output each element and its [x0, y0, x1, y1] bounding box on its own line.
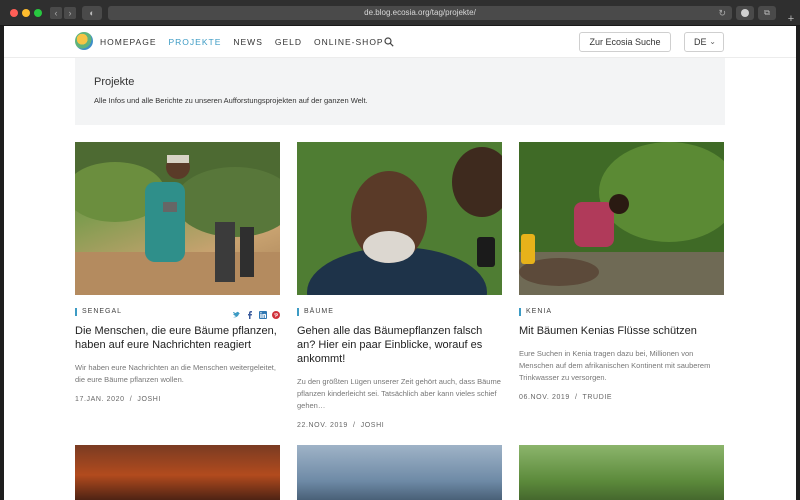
- back-button[interactable]: ‹: [50, 7, 62, 19]
- post-photo-illustration: [519, 142, 724, 295]
- post-date: 17.JAN. 2020: [75, 396, 125, 403]
- facebook-icon[interactable]: [246, 306, 254, 319]
- nav-homepage[interactable]: HOMEPAGE: [100, 37, 157, 47]
- language-value: DE: [694, 37, 707, 47]
- post-title[interactable]: Die Menschen, die eure Bäume pflanzen, h…: [75, 324, 280, 352]
- post-image[interactable]: [297, 142, 502, 295]
- post-photo-illustration: [297, 142, 502, 295]
- search-icon[interactable]: [384, 37, 394, 47]
- post-byline: 06.NOV. 2019 / TRUDIE: [519, 394, 724, 401]
- ecosia-search-button[interactable]: Zur Ecosia Suche: [579, 32, 671, 52]
- post-excerpt: Eure Suchen in Kenia tragen dazu bei, Mi…: [519, 349, 711, 382]
- post-meta: KENIA: [519, 302, 724, 324]
- nav-online-shop[interactable]: ONLINE-SHOP: [314, 37, 384, 47]
- banner-subtitle: Alle Infos und alle Berichte zu unseren …: [94, 96, 368, 105]
- post-excerpt: Zu den größten Lügen unserer Zeit gehört…: [297, 377, 501, 410]
- post-author[interactable]: JOSHI: [137, 396, 161, 403]
- post-title[interactable]: Gehen alle das Bäumepflanzen falsch an? …: [297, 324, 502, 366]
- address-bar[interactable]: de.blog.ecosia.org/tag/projekte/ ↻: [108, 6, 732, 20]
- post-byline: 22.NOV. 2019 / JOSHI: [297, 422, 502, 429]
- chevron-down-icon: ⌄: [709, 37, 716, 46]
- post-meta: BÄUME: [297, 302, 502, 324]
- post-category[interactable]: SENEGAL: [75, 308, 122, 316]
- post-title[interactable]: Mit Bäumen Kenias Flüsse schützen: [519, 324, 724, 338]
- post-excerpt: Wir haben eure Nachrichten an die Mensch…: [75, 363, 276, 384]
- post-date: 22.NOV. 2019: [297, 422, 348, 429]
- post-category[interactable]: BÄUME: [297, 308, 334, 316]
- post-meta: SENEGAL: [75, 302, 280, 324]
- tag-banner: Projekte Alle Infos und alle Berichte zu…: [75, 58, 725, 125]
- post-date: 06.NOV. 2019: [519, 394, 570, 401]
- post-image[interactable]: [75, 142, 280, 295]
- sidebar-button[interactable]: ◐: [82, 6, 102, 20]
- post-card[interactable]: SENEGAL Die Menschen, die eure Bäume pfl…: [75, 142, 280, 403]
- new-tab-button[interactable]: +: [784, 13, 798, 25]
- post-image-next-row[interactable]: [297, 445, 502, 500]
- browser-window: ‹ › ◐ de.blog.ecosia.org/tag/projekte/ ↻…: [0, 0, 800, 500]
- banner-title: Projekte: [94, 76, 135, 88]
- site-header: HOMEPAGE PROJEKTE NEWS GELD ONLINE-SHOP …: [4, 26, 796, 58]
- byline-separator: /: [127, 396, 138, 403]
- tabs-overview-button[interactable]: ⧉: [758, 6, 776, 20]
- pinterest-icon[interactable]: [272, 306, 280, 319]
- reload-icon[interactable]: ↻: [718, 6, 726, 20]
- byline-separator: /: [350, 422, 361, 429]
- post-card[interactable]: KENIA Mit Bäumen Kenias Flüsse schützen …: [519, 142, 724, 401]
- close-window-button[interactable]: [10, 9, 18, 17]
- post-byline: 17.JAN. 2020 / JOSHI: [75, 396, 280, 403]
- page: HOMEPAGE PROJEKTE NEWS GELD ONLINE-SHOP …: [4, 26, 796, 500]
- zoom-window-button[interactable]: [34, 9, 42, 17]
- nav-geld[interactable]: GELD: [275, 37, 302, 47]
- forward-button[interactable]: ›: [64, 7, 76, 19]
- post-photo-illustration: [75, 142, 280, 295]
- language-select[interactable]: DE ⌄: [684, 32, 724, 52]
- url-text: de.blog.ecosia.org/tag/projekte/: [364, 8, 476, 17]
- post-category[interactable]: KENIA: [519, 308, 552, 316]
- downloads-button[interactable]: [736, 6, 754, 20]
- post-image-next-row[interactable]: [75, 445, 280, 500]
- byline-separator: /: [572, 394, 583, 401]
- linkedin-icon[interactable]: [259, 306, 267, 319]
- nav-news[interactable]: NEWS: [233, 37, 263, 47]
- post-author[interactable]: JOSHI: [361, 422, 385, 429]
- browser-toolbar: ‹ › ◐ de.blog.ecosia.org/tag/projekte/ ↻…: [0, 0, 800, 26]
- nav-projekte[interactable]: PROJEKTE: [169, 37, 222, 47]
- post-author[interactable]: TRUDIE: [583, 394, 613, 401]
- post-card[interactable]: BÄUME Gehen alle das Bäumepflanzen falsc…: [297, 142, 502, 429]
- download-icon: [741, 9, 749, 17]
- ecosia-logo[interactable]: [75, 32, 93, 50]
- minimize-window-button[interactable]: [22, 9, 30, 17]
- share-links: [233, 306, 280, 319]
- main-nav: HOMEPAGE PROJEKTE NEWS GELD ONLINE-SHOP: [100, 26, 384, 58]
- post-image-next-row[interactable]: [519, 445, 724, 500]
- post-image[interactable]: [519, 142, 724, 295]
- twitter-icon[interactable]: [233, 306, 241, 318]
